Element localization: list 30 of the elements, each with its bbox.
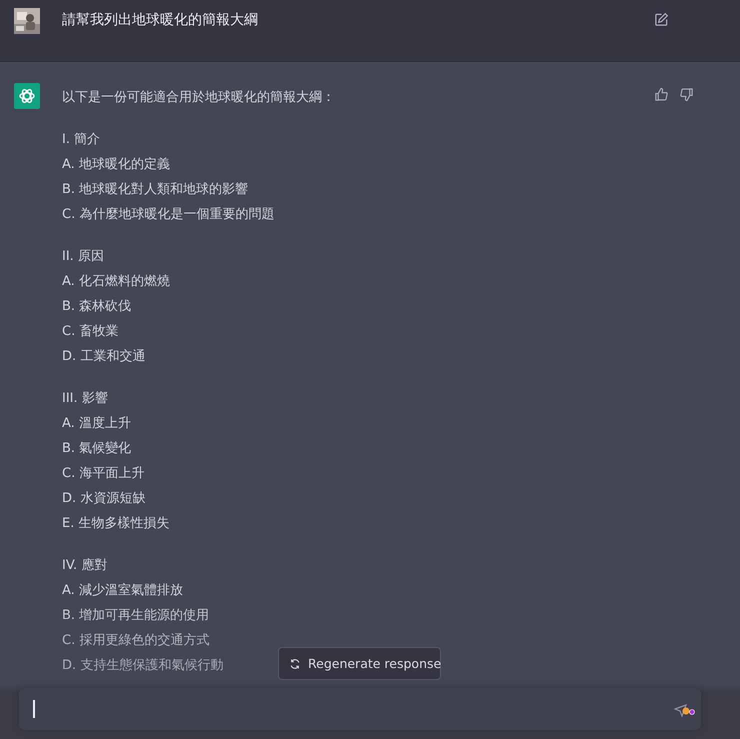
regenerate-button[interactable]: Regenerate response xyxy=(278,647,441,680)
outline-item: C. 海平面上升 xyxy=(62,465,144,483)
outline-item: A. 減少溫室氣體排放 xyxy=(62,582,183,600)
user-message: 請幫我列出地球暖化的簡報大綱 xyxy=(62,11,258,29)
outline-item: C. 畜牧業 xyxy=(62,323,118,341)
outline-item: D. 支持生態保護和氣候行動 xyxy=(62,657,224,675)
outline-item: A. 溫度上升 xyxy=(62,415,131,433)
intro-text: 以下是一份可能適合用於地球暖化的簡報大綱： xyxy=(62,89,335,107)
outline-item: D. 水資源短缺 xyxy=(62,490,146,508)
edit-icon[interactable] xyxy=(654,12,669,27)
outline-item: B. 地球暖化對人類和地球的影響 xyxy=(62,181,248,199)
outline-item: D. 工業和交通 xyxy=(62,348,146,366)
outline-item: E. 生物多樣性損失 xyxy=(62,515,170,533)
outline-item: B. 氣候變化 xyxy=(62,440,132,458)
section-heading: III. 影響 xyxy=(62,390,108,408)
outline-item: A. 化石燃料的燃燒 xyxy=(62,273,170,291)
thumbs-up-icon[interactable] xyxy=(654,87,669,102)
outline-item: C. 為什麼地球暖化是一個重要的問題 xyxy=(62,206,274,224)
section-heading: I. 簡介 xyxy=(62,131,100,149)
outline-item: A. 地球暖化的定義 xyxy=(62,156,170,174)
outline-item: C. 採用更綠色的交通方式 xyxy=(62,632,210,650)
send-icon[interactable] xyxy=(674,703,696,717)
refresh-icon xyxy=(289,658,301,670)
chatbot-logo-icon xyxy=(14,83,40,109)
outline-item: B. 增加可再生能源的使用 xyxy=(62,607,210,625)
section-heading: II. 原因 xyxy=(62,248,104,266)
message-input-field[interactable] xyxy=(19,688,701,730)
outline-item: B. 森林砍伐 xyxy=(62,298,132,316)
thumbs-down-icon[interactable] xyxy=(679,87,694,102)
section-heading: IV. 應對 xyxy=(62,557,108,575)
